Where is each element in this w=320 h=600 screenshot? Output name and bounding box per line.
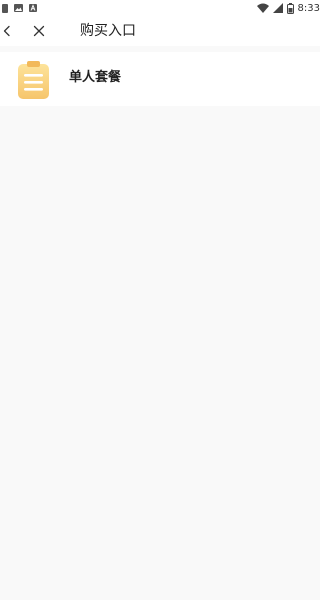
image-icon (14, 4, 23, 12)
page-title: 购买入口 (80, 23, 136, 39)
status-time: 8:33 (297, 2, 320, 14)
status-bar: 8:33 (0, 0, 320, 16)
nav-bar: 购买入口 (0, 16, 320, 46)
text-a-icon (29, 4, 37, 12)
status-bar-right: 8:33 (256, 2, 320, 14)
close-icon (33, 25, 45, 37)
battery-icon (286, 2, 294, 14)
purchase-list: 单人套餐 (0, 52, 320, 106)
chevron-left-icon (3, 25, 10, 37)
status-bar-left (2, 3, 37, 13)
signal-icon (272, 3, 283, 13)
wifi-icon (256, 3, 269, 13)
clipboard-icon (17, 60, 50, 100)
close-button[interactable] (30, 21, 48, 41)
list-item-label: 单人套餐 (69, 70, 122, 85)
notification-icon (2, 3, 8, 13)
back-button[interactable] (0, 21, 16, 41)
list-item-single-package[interactable]: 单人套餐 (0, 52, 320, 106)
